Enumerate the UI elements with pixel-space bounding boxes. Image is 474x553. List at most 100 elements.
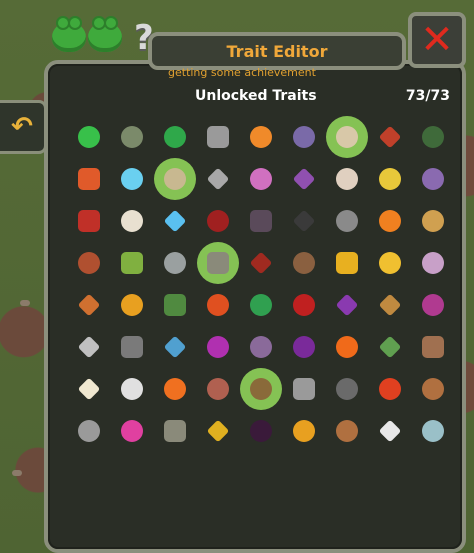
trait-slot[interactable] [68, 158, 110, 200]
trait-slot[interactable] [369, 326, 411, 368]
trait-slot[interactable] [68, 200, 110, 242]
trait-slot[interactable] [154, 116, 196, 158]
trait-slot[interactable] [326, 368, 368, 410]
mossy-rock-icon [121, 126, 143, 148]
section-label: Unlocked Traits [195, 88, 317, 104]
trait-slot[interactable] [68, 410, 110, 452]
trait-slot[interactable] [240, 158, 282, 200]
gray-rock-icon [78, 420, 100, 442]
trait-slot[interactable] [197, 368, 239, 410]
trait-slot[interactable] [326, 200, 368, 242]
trait-slot[interactable] [369, 158, 411, 200]
trait-slot[interactable] [154, 410, 196, 452]
trait-slot[interactable] [111, 284, 153, 326]
trait-slot[interactable] [154, 242, 196, 284]
trait-slot[interactable] [326, 116, 368, 158]
trait-slot[interactable] [412, 284, 454, 326]
trait-slot[interactable] [412, 242, 454, 284]
pink-gem-icon [121, 420, 143, 442]
gold-coins-icon [379, 252, 401, 274]
trait-slot[interactable] [68, 284, 110, 326]
trait-slot[interactable] [154, 200, 196, 242]
trait-slot[interactable] [326, 410, 368, 452]
gray-golem-icon [336, 210, 358, 232]
trait-slot[interactable] [111, 410, 153, 452]
pinwheel-icon [163, 335, 187, 359]
trait-slot[interactable] [240, 116, 282, 158]
trait-slot[interactable] [283, 200, 325, 242]
close-icon: ✕ [420, 17, 454, 63]
trait-slot[interactable] [111, 116, 153, 158]
gold-medal-icon [293, 420, 315, 442]
diving-helmet-icon [422, 420, 444, 442]
close-button[interactable]: ✕ [408, 12, 466, 68]
trait-slot[interactable] [197, 116, 239, 158]
trait-slot[interactable] [154, 158, 196, 200]
trait-slot[interactable] [283, 242, 325, 284]
trait-slot[interactable] [369, 410, 411, 452]
trait-slot[interactable] [412, 200, 454, 242]
trait-slot[interactable] [283, 326, 325, 368]
sparkle-icon [77, 377, 101, 401]
trait-slot[interactable] [326, 326, 368, 368]
blue-ghost-icon [121, 168, 143, 190]
trait-slot[interactable] [326, 284, 368, 326]
window-title: Trait Editor [226, 41, 328, 61]
trait-slot[interactable] [197, 410, 239, 452]
trait-slot[interactable] [240, 410, 282, 452]
trait-slot[interactable] [68, 242, 110, 284]
trait-slot[interactable] [68, 326, 110, 368]
trait-slot[interactable] [283, 158, 325, 200]
red-dagger-icon [378, 125, 402, 149]
trait-slot[interactable] [369, 368, 411, 410]
trait-slot[interactable] [412, 158, 454, 200]
trait-slot[interactable] [283, 410, 325, 452]
trait-slot[interactable] [240, 242, 282, 284]
trait-slot[interactable] [283, 368, 325, 410]
trait-slot[interactable] [412, 116, 454, 158]
trait-slot[interactable] [240, 284, 282, 326]
trait-slot[interactable] [412, 368, 454, 410]
trait-slot[interactable] [197, 242, 239, 284]
fire-demon-icon [249, 251, 273, 275]
trait-slot[interactable] [197, 200, 239, 242]
white-feather-icon [378, 419, 402, 443]
trait-slot[interactable] [197, 326, 239, 368]
trait-slot[interactable] [240, 368, 282, 410]
green-heart-icon [78, 126, 100, 148]
snail-shell-icon [250, 378, 272, 400]
trait-slot[interactable] [326, 158, 368, 200]
trait-slot[interactable] [369, 242, 411, 284]
trait-slot[interactable] [240, 200, 282, 242]
trait-slot[interactable] [369, 200, 411, 242]
trait-slot[interactable] [154, 284, 196, 326]
red-flame-shield-icon [207, 294, 229, 316]
trait-slot[interactable] [412, 410, 454, 452]
trait-slot[interactable] [111, 158, 153, 200]
trait-slot[interactable] [111, 368, 153, 410]
trait-slot[interactable] [326, 242, 368, 284]
back-button[interactable]: ↶ [0, 100, 47, 154]
trait-slot[interactable] [154, 368, 196, 410]
purple-virus-icon [207, 336, 229, 358]
trait-slot[interactable] [283, 116, 325, 158]
stone-explosion-icon [422, 210, 444, 232]
trait-slot [68, 452, 110, 494]
trait-slot[interactable] [412, 326, 454, 368]
trait-slot[interactable] [197, 284, 239, 326]
pink-creature-icon [250, 168, 272, 190]
trait-slot[interactable] [240, 326, 282, 368]
trait-slot[interactable] [111, 326, 153, 368]
purple-bush-icon [422, 294, 444, 316]
trait-slot[interactable] [369, 116, 411, 158]
trait-slot[interactable] [68, 368, 110, 410]
eagle-icon [121, 210, 143, 232]
trait-slot[interactable] [111, 200, 153, 242]
trait-slot[interactable] [197, 158, 239, 200]
trait-slot[interactable] [283, 284, 325, 326]
hand-crystal-icon [77, 335, 101, 359]
trait-slot[interactable] [111, 242, 153, 284]
trait-slot[interactable] [68, 116, 110, 158]
trait-slot[interactable] [369, 284, 411, 326]
trait-slot[interactable] [154, 326, 196, 368]
